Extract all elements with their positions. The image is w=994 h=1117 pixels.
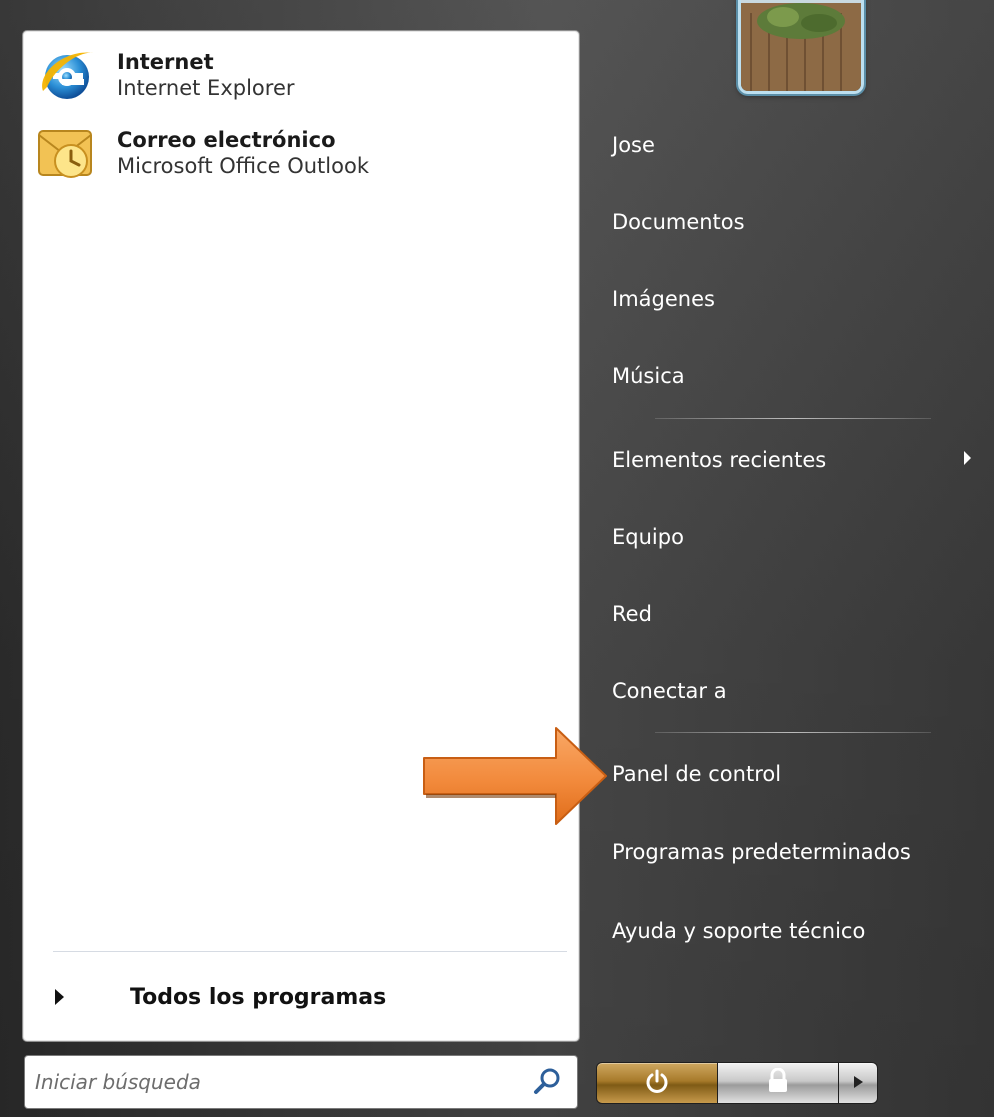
right-item-default-programs[interactable]: Programas predeterminados [612,830,911,874]
start-menu: Internet Internet Explorer Correo electr… [0,0,994,1117]
right-item-music[interactable]: Música [612,354,685,398]
search-box[interactable] [24,1055,578,1109]
chevron-right-icon [964,451,971,465]
search-input[interactable] [33,1061,531,1103]
left-separator [53,951,567,952]
right-item-documents[interactable]: Documentos [612,200,745,244]
pinned-internet[interactable]: Internet Internet Explorer [35,43,555,107]
right-separator [655,418,931,419]
right-item-network[interactable]: Red [612,592,652,636]
right-item-recent[interactable]: Elementos recientes [612,438,826,482]
right-item-pictures[interactable]: Imágenes [612,277,715,321]
search-icon[interactable] [531,1065,565,1099]
internet-explorer-icon [35,43,99,107]
power-controls [596,1062,878,1104]
all-programs-label: Todos los programas [130,984,387,1010]
lock-icon [766,1067,790,1098]
power-icon [644,1068,670,1098]
chevron-right-icon [55,989,64,1005]
right-item-user[interactable]: Jose [612,123,655,167]
outlook-icon [35,121,99,185]
left-pane: Internet Internet Explorer Correo electr… [22,30,580,1042]
right-item-computer[interactable]: Equipo [612,515,684,559]
power-options-button[interactable] [839,1062,878,1104]
power-button[interactable] [596,1062,718,1104]
lock-button[interactable] [718,1062,839,1104]
arrow-right-icon [852,1074,864,1093]
pinned-email-title: Correo electrónico [117,127,336,152]
user-avatar[interactable] [738,0,864,94]
right-item-connect[interactable]: Conectar a [612,669,727,713]
highlight-arrow-icon [420,724,610,828]
pinned-email[interactable]: Correo electrónico Microsoft Office Outl… [35,121,555,185]
right-item-control-panel[interactable]: Panel de control [612,752,781,796]
pinned-internet-subtitle: Internet Explorer [117,75,295,100]
all-programs-button[interactable]: Todos los programas [43,976,563,1018]
pinned-email-subtitle: Microsoft Office Outlook [117,153,369,178]
pinned-internet-title: Internet [117,49,214,74]
right-item-help[interactable]: Ayuda y soporte técnico [612,909,865,953]
right-separator [655,732,931,733]
